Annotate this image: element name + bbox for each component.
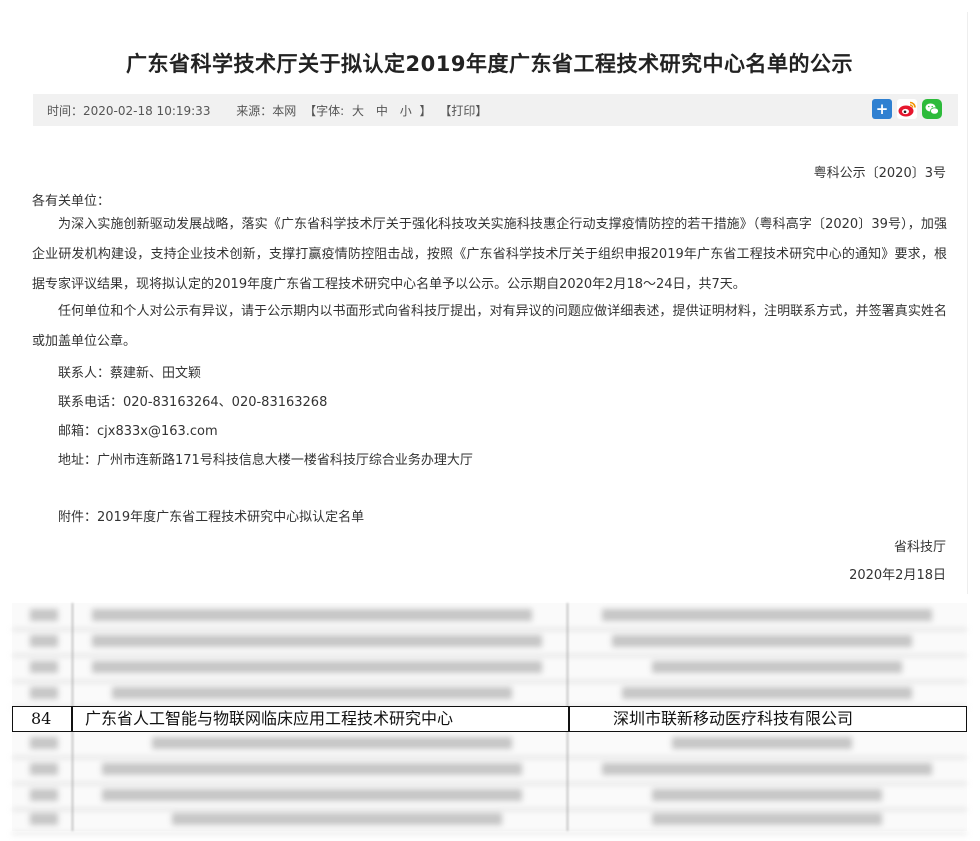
paragraph-main: 为深入实施创新驱动发展战略，落实《广东省科学技术厅关于强化科技攻关实施科技惠企行… <box>32 217 947 292</box>
font-size-label: 【字体: <box>304 104 345 118</box>
meta-info: 时间：2020-02-18 10:19:33 来源：本网 【字体: 大 中 小 … <box>47 102 491 119</box>
print-link[interactable]: 【打印】 <box>439 104 487 118</box>
contact-person: 联系人：蔡建新、田文颖 <box>58 366 202 381</box>
plus-share-icon[interactable]: + <box>872 99 892 119</box>
article-meta-bar: 时间：2020-02-18 10:19:33 来源：本网 【字体: 大 中 小 … <box>33 94 958 126</box>
publish-time: 时间：2020-02-18 10:19:33 <box>47 104 211 118</box>
row-center-name: 广东省人工智能与物联网临床应用工程技术研究中心 <box>85 709 454 728</box>
contact-email: 邮箱：cjx833x@163.com <box>58 424 218 439</box>
row-company: 深圳市联新移动医疗科技有限公司 <box>613 709 854 728</box>
row-number: 84 <box>31 709 52 728</box>
contact-phone: 联系电话：020-83163264、020-83163268 <box>58 395 328 410</box>
article-page: 广东省科学技术厅关于拟认定2019年度广东省工程技术研究中心名单的公示 时间：2… <box>12 12 968 594</box>
share-toolbar: + <box>872 99 942 119</box>
font-size-medium-link[interactable]: 中 <box>376 104 388 118</box>
article-title: 广东省科学技术厅关于拟认定2019年度广东省工程技术研究中心名单的公示 <box>126 52 853 76</box>
article-source: 来源：本网 <box>236 104 297 118</box>
signer: 省科技厅 <box>893 540 946 555</box>
publish-date: 2020年2月18日 <box>849 568 946 583</box>
attachment-link[interactable]: 附件：2019年度广东省工程技术研究中心拟认定名单 <box>58 506 364 525</box>
font-size-bracket: 】 <box>419 104 432 118</box>
contact-address: 地址：广州市连新路171号科技信息大楼一楼省科技厅综合业务办理大厅 <box>58 453 473 468</box>
wechat-icon[interactable] <box>922 99 942 119</box>
font-size-small-link[interactable]: 小 <box>400 104 412 118</box>
salutation: 各有关单位： <box>32 194 111 209</box>
table-row: 84 广东省人工智能与物联网临床应用工程技术研究中心 深圳市联新移动医疗科技有限… <box>12 706 967 732</box>
weibo-icon[interactable] <box>897 99 917 119</box>
paragraph-objection: 任何单位和个人对公示有异议，请于公示期内以书面形式向省科技厅提出，对有异议的问题… <box>32 304 947 349</box>
font-size-large-link[interactable]: 大 <box>352 104 364 118</box>
document-number: 粤科公示〔2020〕3号 <box>813 166 946 181</box>
